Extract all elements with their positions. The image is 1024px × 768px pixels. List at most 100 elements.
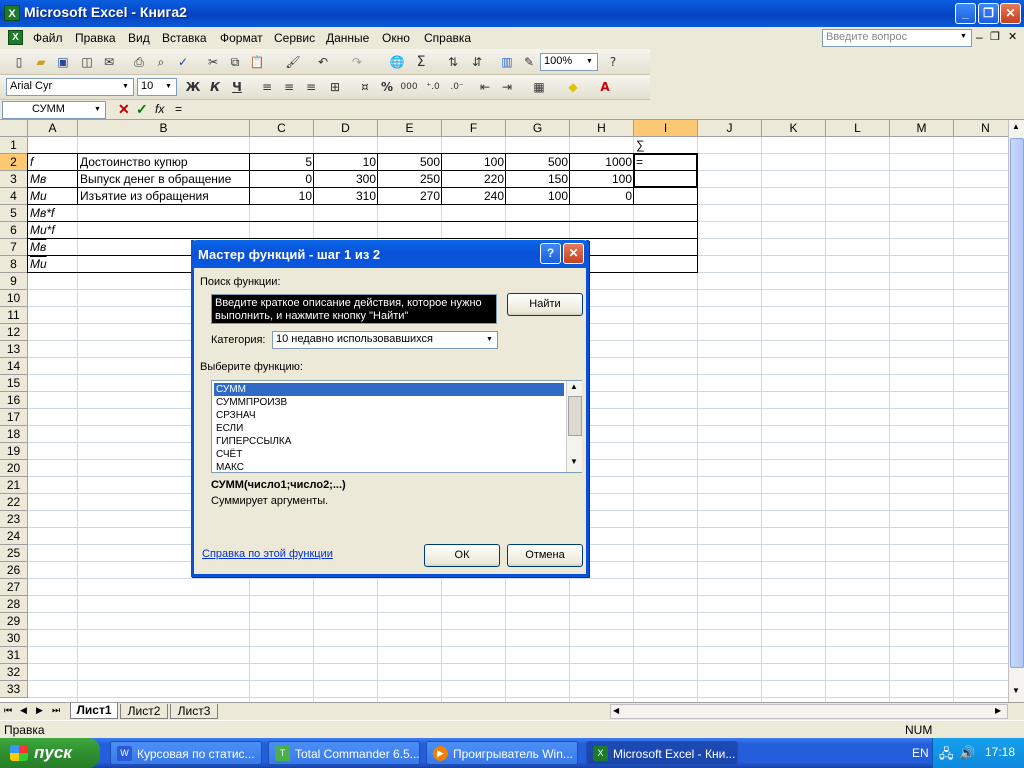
row-header[interactable]: 21: [0, 477, 28, 494]
cell-g2[interactable]: 500: [506, 154, 570, 171]
row-header[interactable]: 30: [0, 630, 28, 647]
paste-icon[interactable]: 📋: [248, 53, 266, 71]
row-header[interactable]: 27: [0, 579, 28, 596]
cell-a3[interactable]: Мв: [28, 171, 78, 188]
cell-b2[interactable]: Достоинство купюр: [78, 154, 250, 171]
row-header[interactable]: 3: [0, 171, 28, 188]
help-icon[interactable]: ?: [604, 53, 622, 71]
vertical-scroll-thumb[interactable]: [1010, 138, 1024, 668]
cell-f3[interactable]: 220: [442, 171, 506, 188]
cell-e3[interactable]: 250: [378, 171, 442, 188]
column-header-n[interactable]: N: [954, 120, 1008, 137]
align-center-icon[interactable]: ≡: [280, 78, 298, 96]
cell-e2[interactable]: 500: [378, 154, 442, 171]
cell-e4[interactable]: 270: [378, 188, 442, 205]
insert-function-icon[interactable]: fx: [155, 102, 164, 116]
cell-a8[interactable]: Ми: [28, 256, 78, 273]
column-header-l[interactable]: L: [826, 120, 890, 137]
restore-button[interactable]: ❐: [978, 3, 999, 24]
minimize-button[interactable]: _: [955, 3, 976, 24]
row-header[interactable]: 14: [0, 358, 28, 375]
column-header-c[interactable]: C: [250, 120, 314, 137]
row-header[interactable]: 9: [0, 273, 28, 290]
row-header[interactable]: 31: [0, 647, 28, 664]
vertical-scrollbar[interactable]: ▲ ▼: [1008, 120, 1024, 702]
font-name-combo[interactable]: Arial Cyr ▼: [6, 78, 134, 96]
cell-i2[interactable]: =: [634, 154, 698, 171]
cell-h2[interactable]: 1000: [570, 154, 634, 171]
decrease-indent-icon[interactable]: ⇤: [476, 78, 494, 96]
column-header-e[interactable]: E: [378, 120, 442, 137]
row-header[interactable]: 32: [0, 664, 28, 681]
category-dropdown-icon[interactable]: ▼: [483, 333, 496, 347]
dialog-help-button[interactable]: ?: [540, 243, 561, 264]
tray-network-icon[interactable]: 🖧: [939, 745, 954, 767]
cell-h4[interactable]: 0: [570, 188, 634, 205]
window-title-bar[interactable]: X Microsoft Excel - Книга2 _ ❐ ✕: [0, 0, 1024, 27]
spelling-icon[interactable]: ✓: [174, 53, 192, 71]
copy-icon[interactable]: ⧉: [226, 53, 244, 71]
row-header[interactable]: 29: [0, 613, 28, 630]
redo-icon[interactable]: ↷: [348, 53, 366, 71]
row-header[interactable]: 26: [0, 562, 28, 579]
merge-center-icon[interactable]: ⊞: [326, 78, 344, 96]
tray-volume-icon[interactable]: 🔊: [959, 745, 975, 761]
cell-c2[interactable]: 5: [250, 154, 314, 171]
first-sheet-icon[interactable]: ⏮: [4, 705, 12, 716]
new-icon[interactable]: ▯: [10, 53, 28, 71]
font-color-icon[interactable]: A: [596, 78, 614, 96]
menu-window[interactable]: Окно: [382, 31, 410, 45]
save-icon[interactable]: ▣: [54, 53, 72, 71]
row-header[interactable]: 22: [0, 494, 28, 511]
row-header[interactable]: 23: [0, 511, 28, 528]
align-right-icon[interactable]: ≡: [302, 78, 320, 96]
function-item[interactable]: СРЗНАЧ: [214, 409, 564, 422]
excel-app-icon[interactable]: X: [4, 5, 20, 21]
cell-i1[interactable]: ∑: [634, 137, 698, 154]
row-header[interactable]: 19: [0, 443, 28, 460]
cell-d4[interactable]: 310: [314, 188, 378, 205]
dialog-title-bar[interactable]: Мастер функций - шаг 1 из 2 ? ✕: [191, 240, 589, 268]
print-preview-icon[interactable]: ⌕: [152, 53, 170, 71]
cell-h3[interactable]: 100: [570, 171, 634, 188]
function-help-link[interactable]: Справка по этой функции: [202, 548, 333, 560]
task-total-commander[interactable]: T Total Commander 6.5...: [268, 741, 420, 765]
column-header-b[interactable]: B: [78, 120, 250, 137]
sheet-tab-2[interactable]: Лист2: [120, 704, 168, 719]
font-name-dropdown-icon[interactable]: ▼: [119, 80, 132, 94]
permission-icon[interactable]: ◫: [78, 53, 96, 71]
task-excel[interactable]: X Microsoft Excel - Кни...: [586, 741, 738, 765]
ok-button[interactable]: ОК: [424, 544, 500, 567]
enter-entry-icon[interactable]: ✓: [136, 101, 148, 118]
column-header-j[interactable]: J: [698, 120, 762, 137]
name-box-dropdown-icon[interactable]: ▼: [91, 103, 104, 117]
zoom-combo[interactable]: 100% ▼: [540, 53, 598, 71]
row-header[interactable]: 2: [0, 154, 28, 171]
function-item[interactable]: МАКС: [214, 461, 564, 472]
row-header[interactable]: 8: [0, 256, 28, 273]
scroll-right-icon[interactable]: ▶: [995, 706, 1001, 715]
task-media-player[interactable]: ▶ Проигрыватель Win...: [426, 741, 578, 765]
function-item[interactable]: ЕСЛИ: [214, 422, 564, 435]
help-question-dropdown-icon[interactable]: ▼: [960, 33, 967, 40]
row-header[interactable]: 4: [0, 188, 28, 205]
cell-b4[interactable]: Изъятие из обращения: [78, 188, 250, 205]
row-header[interactable]: 18: [0, 426, 28, 443]
start-button[interactable]: пуск: [0, 738, 100, 768]
scroll-up-icon[interactable]: ▲: [1012, 122, 1020, 131]
search-function-input[interactable]: Введите краткое описание действия, котор…: [211, 294, 497, 324]
row-header[interactable]: 1: [0, 137, 28, 154]
sheet-tab-1[interactable]: Лист1: [70, 703, 118, 719]
format-painter-icon[interactable]: 🖌: [284, 53, 302, 71]
sort-descending-icon[interactable]: ⇵: [468, 53, 486, 71]
cancel-entry-icon[interactable]: ✕: [118, 101, 130, 118]
row-header[interactable]: 10: [0, 290, 28, 307]
menu-insert[interactable]: Вставка: [162, 31, 207, 45]
cell-f2[interactable]: 100: [442, 154, 506, 171]
borders-icon[interactable]: ▦: [530, 78, 548, 96]
fill-color-icon[interactable]: ◆: [564, 78, 582, 96]
cell-f4[interactable]: 240: [442, 188, 506, 205]
italic-button[interactable]: К: [206, 78, 224, 96]
menu-file[interactable]: Файл: [33, 31, 63, 45]
row-header[interactable]: 5: [0, 205, 28, 222]
